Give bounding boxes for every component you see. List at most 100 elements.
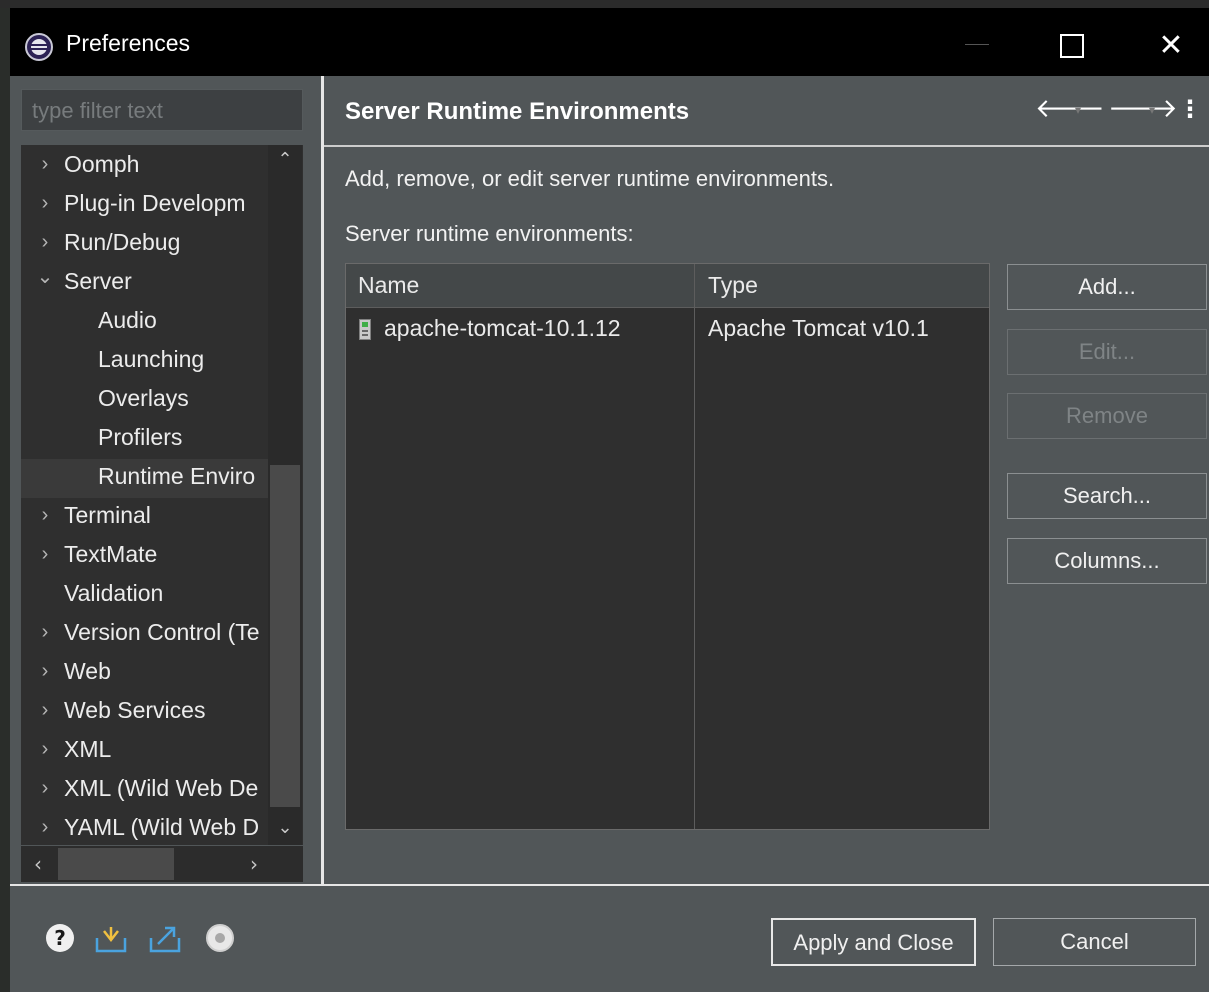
tree-item-textmate[interactable]: › TextMate	[21, 537, 271, 576]
remove-button[interactable]: Remove	[1007, 393, 1207, 439]
back-dropdown-icon[interactable]: ▾	[1068, 98, 1088, 122]
header-divider	[324, 145, 1209, 147]
tree-item-version-control[interactable]: › Version Control (Te	[21, 615, 271, 654]
tree-item-launching[interactable]: Launching	[21, 342, 271, 381]
tree-item-label: Launching	[98, 346, 205, 372]
tree-item-profilers[interactable]: Profilers	[21, 420, 271, 459]
tree-item-label: Terminal	[64, 502, 151, 528]
tree-item-label: Runtime Enviro	[98, 463, 256, 489]
chevron-right-icon[interactable]: ›	[35, 771, 55, 805]
oomph-record-icon[interactable]	[206, 924, 234, 952]
edit-button[interactable]: Edit...	[1007, 329, 1207, 375]
tree-item-label: XML	[64, 736, 112, 762]
apply-and-close-button[interactable]: Apply and Close	[771, 918, 976, 966]
close-button[interactable]: ✕	[1148, 26, 1194, 66]
tree-item-label: TextMate	[64, 541, 158, 567]
filter-input[interactable]: type filter text	[21, 89, 303, 131]
tree-item-label: Plug-in Developm	[64, 190, 246, 216]
help-icon[interactable]: ?	[46, 924, 74, 952]
chevron-right-icon[interactable]: ›	[35, 147, 55, 181]
tree-item-terminal[interactable]: › Terminal	[21, 498, 271, 537]
server-runtime-icon	[359, 319, 371, 340]
chevron-right-icon[interactable]: ›	[35, 615, 55, 649]
columns-button-label: Columns...	[1054, 548, 1160, 573]
tree-item-label: Overlays	[98, 385, 189, 411]
column-header-name[interactable]: Name	[358, 272, 419, 299]
tree-item-label: Profilers	[98, 424, 183, 450]
background-editor-top	[0, 0, 1209, 8]
tree-item-label: Oomph	[64, 151, 140, 177]
tree-item-xml[interactable]: › XML	[21, 732, 271, 771]
forward-dropdown-icon[interactable]: ▾	[1142, 98, 1162, 122]
chevron-right-icon[interactable]: ›	[35, 654, 55, 688]
window-title: Preferences	[66, 30, 191, 56]
scroll-down-icon[interactable]: ⌄	[272, 815, 298, 841]
tree-item-run-debug[interactable]: › Run/Debug	[21, 225, 271, 264]
tree-item-overlays[interactable]: Overlays	[21, 381, 271, 420]
remove-button-label: Remove	[1066, 403, 1148, 428]
search-button[interactable]: Search...	[1007, 473, 1207, 519]
add-button[interactable]: Add...	[1007, 264, 1207, 310]
chevron-right-icon[interactable]: ›	[35, 732, 55, 766]
back-arrow-icon[interactable]: 🡐	[1035, 94, 1105, 124]
table-row[interactable]: apache-tomcat-10.1.12 Apache Tomcat v10.…	[346, 308, 989, 352]
tree-item-label: Run/Debug	[64, 229, 181, 255]
tree-item-yaml-wild-web[interactable]: › YAML (Wild Web D	[21, 810, 271, 845]
tree-item-validation[interactable]: Validation	[21, 576, 271, 615]
scrollbar-thumb[interactable]	[58, 848, 174, 880]
tree-item-label: Audio	[98, 307, 157, 333]
tree-item-label: YAML (Wild Web D	[64, 814, 260, 840]
tree-item-label: Web Services	[64, 697, 206, 723]
tree-item-label: Validation	[64, 580, 164, 606]
forward-arrow-icon[interactable]: 🡒	[1108, 94, 1178, 124]
runtime-type-cell: Apache Tomcat v10.1	[708, 315, 929, 341]
chevron-right-icon[interactable]: ›	[35, 693, 55, 727]
page-description: Add, remove, or edit server runtime envi…	[345, 166, 835, 191]
tree-item-label: Version Control (Te	[64, 619, 260, 645]
chevron-down-icon[interactable]: ⌄	[35, 264, 55, 294]
tree-item-server[interactable]: ⌄ Server	[21, 264, 271, 303]
view-menu-icon[interactable]: ⋮	[1178, 94, 1202, 124]
tree-item-oomph[interactable]: › Oomph	[21, 147, 271, 186]
scrollbar-thumb[interactable]	[270, 465, 300, 807]
table-header: Name Type	[346, 264, 989, 308]
columns-button[interactable]: Columns...	[1007, 538, 1207, 584]
preference-tree[interactable]: › Oomph › Plug-in Developm › Run/Debug ⌄…	[21, 145, 303, 845]
maximize-button[interactable]	[1048, 26, 1094, 66]
chevron-right-icon[interactable]: ›	[35, 537, 55, 571]
chevron-right-icon[interactable]: ›	[35, 810, 55, 844]
import-icon[interactable]	[94, 924, 128, 954]
tree-horizontal-scrollbar[interactable]: ‹ ›	[21, 846, 303, 882]
tree-item-label: Server	[64, 268, 132, 294]
tree-item-xml-wild-web[interactable]: › XML (Wild Web De	[21, 771, 271, 810]
scroll-left-icon[interactable]: ‹	[23, 850, 53, 878]
chevron-right-icon[interactable]: ›	[35, 225, 55, 259]
preferences-dialog: Preferences ✕ type filter text › Oomph ›…	[10, 8, 1209, 992]
tree-item-label: XML (Wild Web De	[64, 775, 259, 801]
tree-item-plugin-development[interactable]: › Plug-in Developm	[21, 186, 271, 225]
tree-item-audio[interactable]: Audio	[21, 303, 271, 342]
table-label: Server runtime environments:	[345, 221, 634, 246]
panel-splitter[interactable]	[321, 76, 324, 884]
footer-divider	[10, 884, 1209, 886]
edit-button-label: Edit...	[1078, 339, 1136, 364]
cancel-button[interactable]: Cancel	[993, 918, 1196, 966]
tree-vertical-scrollbar[interactable]: ⌃ ⌄	[268, 145, 302, 845]
chevron-right-icon[interactable]: ›	[35, 186, 55, 220]
eclipse-app-icon	[25, 33, 53, 61]
chevron-right-icon[interactable]: ›	[35, 498, 55, 532]
search-button-label: Search...	[1062, 483, 1152, 508]
export-icon[interactable]	[148, 924, 182, 954]
tree-item-runtime-environments[interactable]: Runtime Enviro	[21, 459, 271, 498]
scroll-up-icon[interactable]: ⌃	[272, 147, 298, 173]
scroll-right-icon[interactable]: ›	[239, 850, 269, 878]
runtime-name-cell: apache-tomcat-10.1.12	[384, 315, 621, 341]
title-bar[interactable]: Preferences ✕	[10, 8, 1209, 76]
tree-item-web[interactable]: › Web	[21, 654, 271, 693]
column-header-type[interactable]: Type	[708, 272, 758, 299]
background-editor-edge	[0, 0, 10, 992]
minimize-button[interactable]	[955, 30, 1001, 60]
runtime-environments-table[interactable]: Name Type apache-tomcat-10.1.12 Apache T…	[345, 263, 990, 830]
tree-item-web-services[interactable]: › Web Services	[21, 693, 271, 732]
tree-item-label: Web	[64, 658, 111, 684]
